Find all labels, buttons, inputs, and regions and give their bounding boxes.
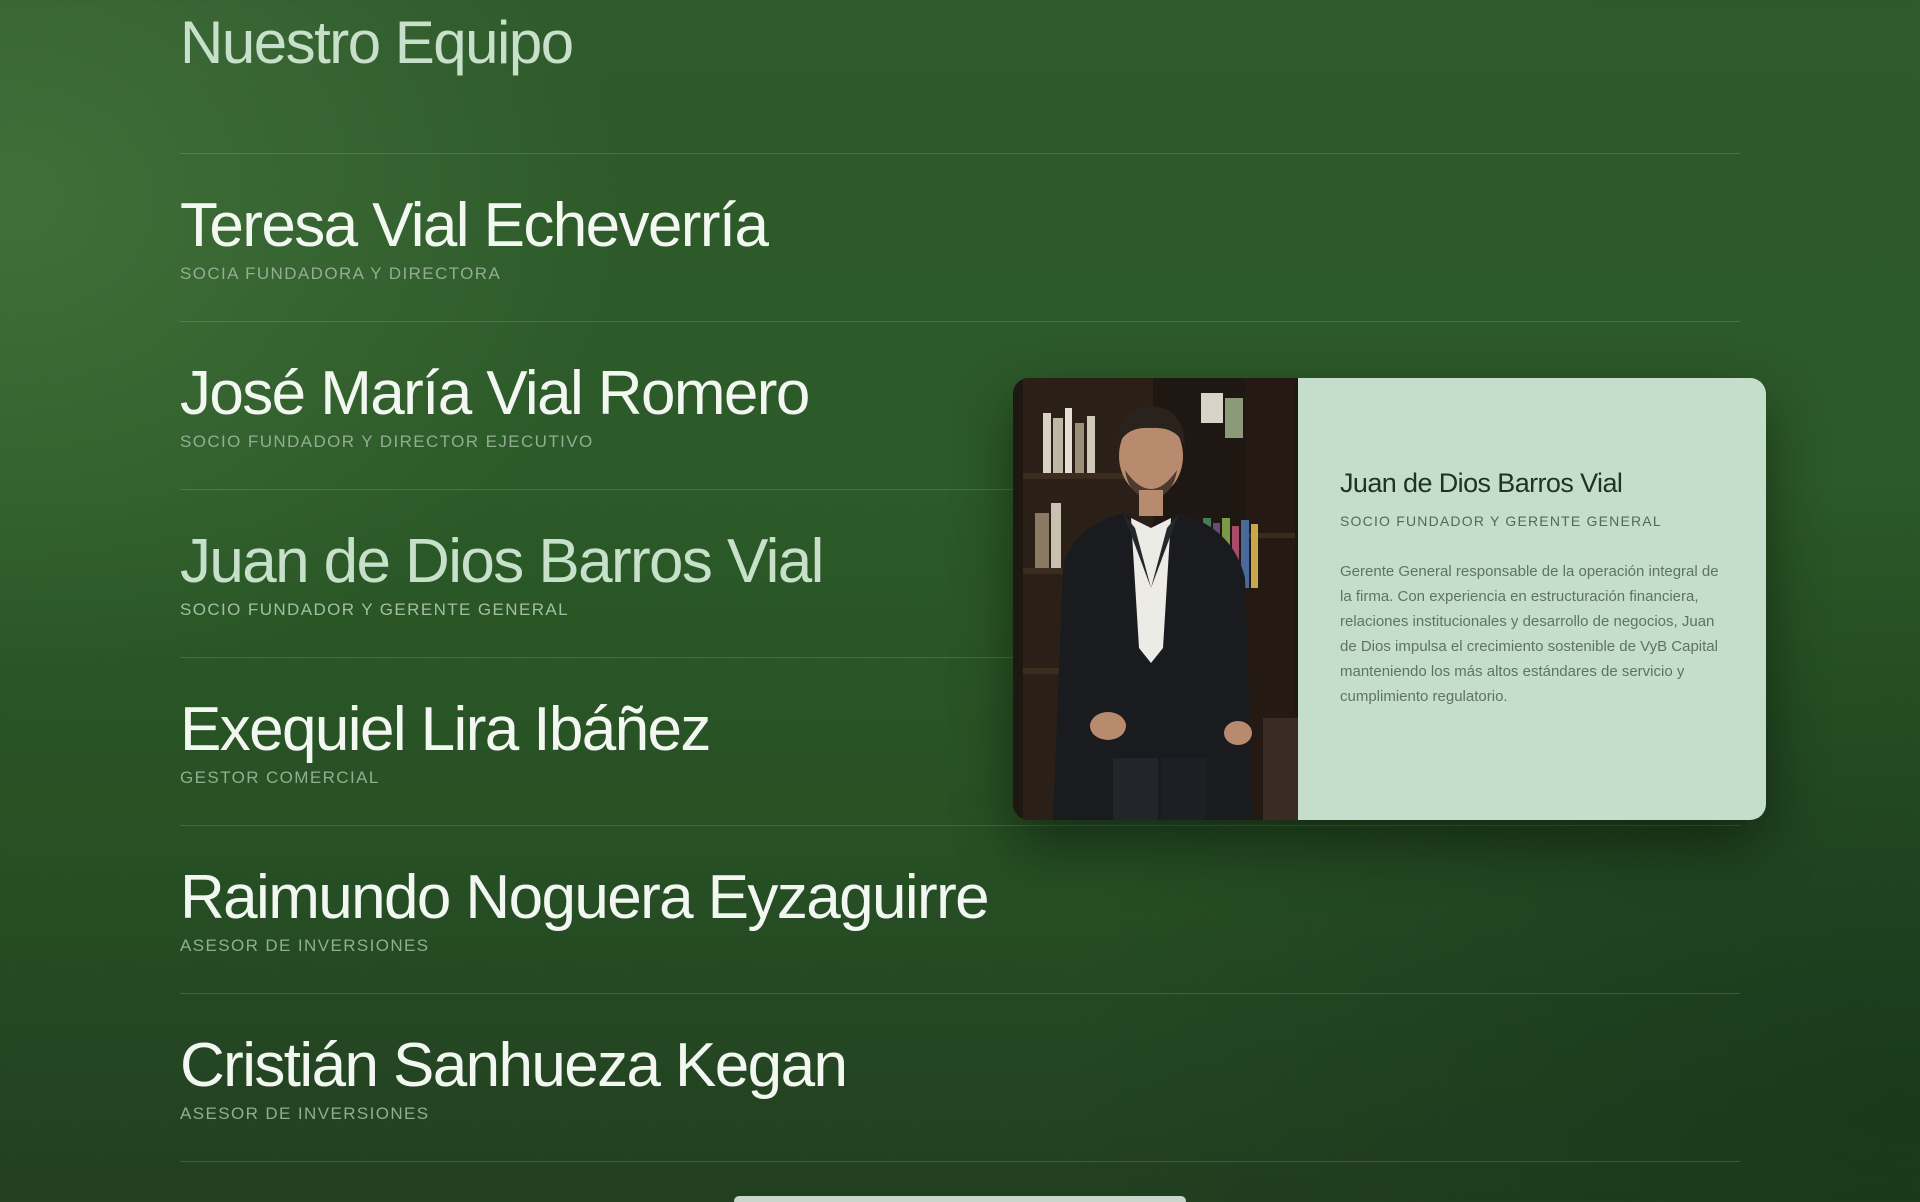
member-role: GESTOR COMERCIAL xyxy=(180,768,380,787)
member-name: Juan de Dios Barros Vial xyxy=(180,527,824,596)
profile-role: SOCIO FUNDADOR Y GERENTE GENERAL xyxy=(1340,513,1662,529)
profile-card: Juan de Dios Barros Vial SOCIO FUNDADOR … xyxy=(1013,378,1766,820)
profile-bio: Gerente General responsable de la operac… xyxy=(1340,563,1719,705)
portrait-image xyxy=(1013,378,1298,820)
member-role: SOCIO FUNDADOR Y GERENTE GENERAL xyxy=(180,600,569,619)
member-name: José María Vial Romero xyxy=(180,359,810,428)
section-title: Nuestro Equipo xyxy=(180,9,574,76)
profile-photo xyxy=(1013,378,1298,820)
member-role: SOCIO FUNDADOR Y DIRECTOR EJECUTIVO xyxy=(180,432,594,451)
profile-name: Juan de Dios Barros Vial xyxy=(1340,468,1623,498)
team-member-cristian-sanhueza[interactable]: Cristián Sanhueza Kegan ASESOR DE INVERS… xyxy=(180,994,1740,1162)
member-name: Raimundo Noguera Eyzaguirre xyxy=(180,863,990,932)
member-role: SOCIA FUNDADORA Y DIRECTORA xyxy=(180,264,502,283)
member-role: ASESOR DE INVERSIONES xyxy=(180,936,430,955)
member-name: Exequiel Lira Ibáñez xyxy=(180,695,711,764)
team-member-teresa-vial[interactable]: Teresa Vial Echeverría SOCIA FUNDADORA Y… xyxy=(180,154,1740,322)
member-name: Cristián Sanhueza Kegan xyxy=(180,1031,848,1100)
scroll-indicator-bar xyxy=(734,1196,1186,1202)
profile-card-body: Juan de Dios Barros Vial SOCIO FUNDADOR … xyxy=(1298,378,1766,820)
member-name: Teresa Vial Echeverría xyxy=(180,191,769,260)
member-role: ASESOR DE INVERSIONES xyxy=(180,1104,430,1123)
team-member-raimundo-noguera[interactable]: Raimundo Noguera Eyzaguirre ASESOR DE IN… xyxy=(180,826,1740,994)
